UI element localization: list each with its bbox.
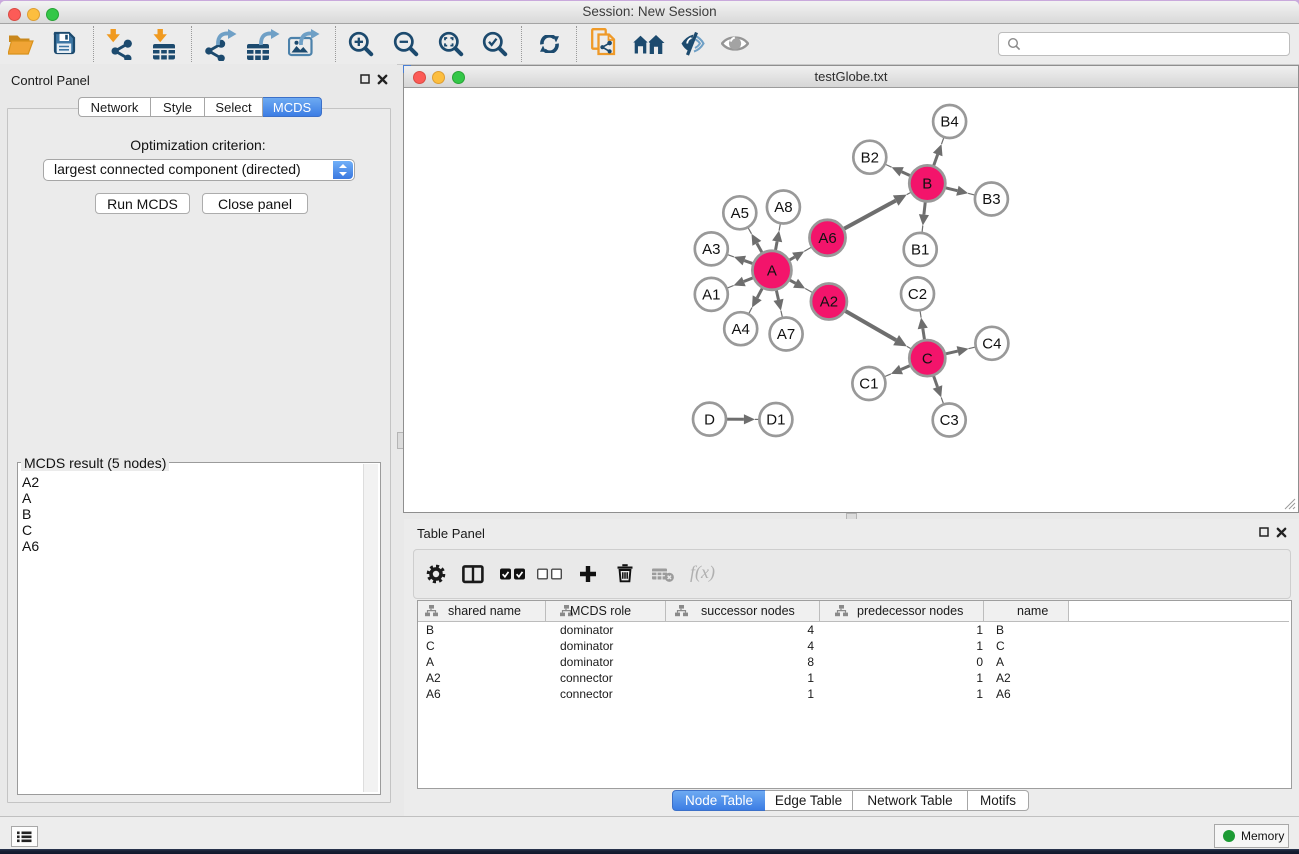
svg-text:C2: C2 — [908, 286, 927, 303]
svg-text:B: B — [922, 176, 932, 193]
svg-text:A2: A2 — [820, 294, 838, 311]
svg-text:A3: A3 — [702, 241, 720, 258]
svg-text:C3: C3 — [940, 412, 959, 429]
svg-text:D1: D1 — [766, 412, 785, 429]
svg-text:D: D — [704, 411, 715, 428]
svg-text:A4: A4 — [732, 321, 750, 338]
svg-text:B2: B2 — [861, 149, 879, 166]
svg-text:A: A — [767, 263, 777, 280]
svg-text:B4: B4 — [940, 114, 958, 131]
svg-text:B1: B1 — [911, 242, 929, 259]
svg-text:A7: A7 — [777, 326, 795, 343]
svg-text:A6: A6 — [818, 230, 836, 247]
svg-text:C1: C1 — [859, 376, 878, 393]
svg-text:B3: B3 — [982, 191, 1000, 208]
svg-text:A5: A5 — [731, 205, 749, 222]
svg-text:A8: A8 — [774, 199, 792, 216]
svg-text:C4: C4 — [982, 336, 1001, 353]
svg-text:C: C — [922, 350, 933, 367]
svg-text:A1: A1 — [702, 287, 720, 304]
